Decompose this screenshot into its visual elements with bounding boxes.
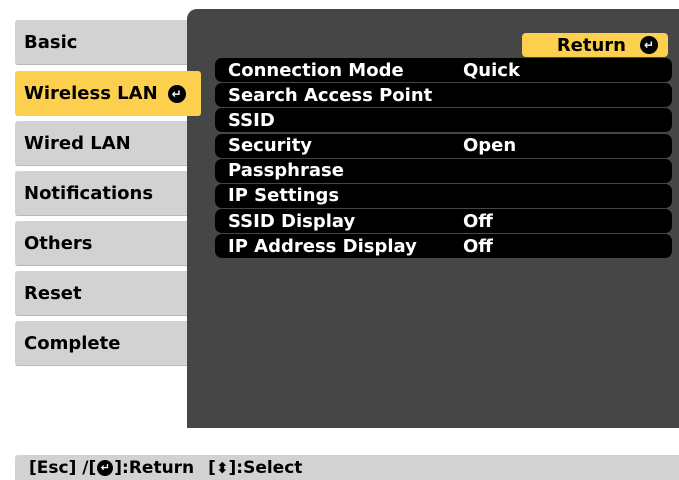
setting-row-search-access-point[interactable]: Search Access Point (215, 83, 672, 108)
return-icon: ↵ (97, 459, 114, 476)
setting-value: Quick (463, 59, 520, 81)
sidebar-item-others[interactable]: Others (15, 221, 201, 266)
status-bar: [Esc] /[ ↵ ]:Return [ ⬍ ]:Select (15, 455, 679, 480)
setting-row-ip-settings[interactable]: IP Settings (215, 183, 672, 208)
status-return-text: ]:Return (114, 457, 195, 478)
sidebar-item-wired-lan[interactable]: Wired LAN (15, 121, 201, 166)
return-icon: ↵ (167, 84, 186, 103)
setting-row-ssid[interactable]: SSID (215, 108, 672, 133)
sidebar-item-reset[interactable]: Reset (15, 271, 201, 316)
setting-row-passphrase[interactable]: Passphrase (215, 158, 672, 183)
setting-label: IP Address Display (228, 235, 417, 257)
sidebar-item-label: Wireless LAN (24, 83, 158, 104)
setting-value: Open (463, 135, 517, 157)
sidebar-item-complete[interactable]: Complete (15, 321, 201, 366)
sidebar-item-label: Complete (24, 333, 121, 354)
sidebar-item-wireless-lan[interactable]: Wireless LAN ↵ (15, 71, 201, 116)
sidebar-item-basic[interactable]: Basic (15, 20, 201, 65)
settings-list: Connection Mode Quick Search Access Poin… (215, 58, 672, 260)
return-button-label: Return (556, 34, 626, 56)
setting-value: Off (463, 210, 493, 232)
return-icon: ↵ (640, 36, 658, 54)
setting-label: Passphrase (228, 160, 344, 182)
sidebar-item-label: Wired LAN (24, 133, 131, 154)
sidebar-item-notifications[interactable]: Notifications (15, 171, 201, 216)
sidebar-item-label: Basic (24, 32, 78, 53)
setting-label: Search Access Point (228, 84, 433, 106)
setting-label: Connection Mode (228, 59, 404, 81)
setting-row-ssid-display[interactable]: SSID Display Off (215, 209, 672, 234)
setting-label: Security (228, 135, 313, 157)
return-button[interactable]: Return ↵ (522, 33, 668, 57)
setting-label: IP Settings (228, 185, 340, 207)
setting-label: SSID (228, 109, 275, 131)
setting-row-ip-address-display[interactable]: IP Address Display Off (215, 234, 672, 259)
sidebar-item-label: Notifications (24, 183, 154, 204)
sidebar-item-label: Reset (24, 283, 82, 304)
status-select-text: ]:Select (228, 457, 303, 478)
setting-row-connection-mode[interactable]: Connection Mode Quick (215, 58, 672, 82)
status-esc-text: [Esc] /[ (29, 457, 97, 478)
status-select-open: [ (208, 457, 216, 478)
sidebar-item-label: Others (24, 233, 93, 254)
up-down-arrow-icon: ⬍ (215, 458, 229, 477)
setting-value: Off (463, 235, 493, 257)
setting-label: SSID Display (228, 210, 356, 232)
sidebar-menu: Basic Wireless LAN ↵ Wired LAN Notificat… (15, 0, 201, 400)
setting-row-security[interactable]: Security Open (215, 133, 672, 158)
